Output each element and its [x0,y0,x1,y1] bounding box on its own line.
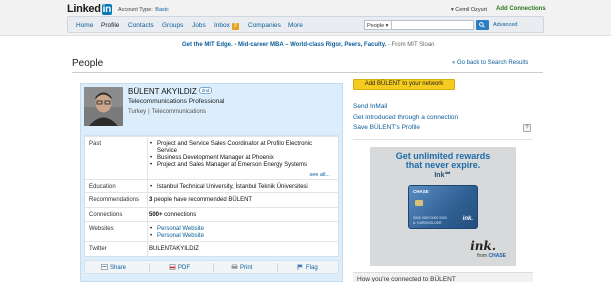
education-label: Education [89,184,116,190]
profile-name: BÜLENT AKYILDIZ 2nd [128,87,213,96]
education-item: Istanbul Technical University, İstanbul … [149,184,308,191]
flag-icon [297,264,303,270]
websites-list: Personal Website Personal Website [149,226,204,240]
ad-headline: that never expire. [405,160,481,170]
how-connected-header: How you're connected to BÜLENT [353,272,533,282]
avatar[interactable] [84,87,123,126]
divider [213,263,214,272]
twitter-label: Twitter [89,246,107,252]
nav-companies[interactable]: Companies [248,22,281,29]
pdf-icon [169,264,176,270]
recommendations-label: Recommendations [89,197,140,203]
account-type: Account Type: Basic [118,7,169,13]
inbox-count-badge: 3 [231,23,239,30]
profile-headline: Telecommunications Professional [128,98,225,105]
ad-sponsor: from CHASE [477,253,506,259]
get-introduced-link[interactable]: Get introduced through a connection [353,114,458,121]
past-item: Business Development Manager at Phoenix [149,155,329,162]
send-inmail-link[interactable]: Send InMail [353,103,387,110]
profile-details: Past Project and Service Sales Coordinat… [84,135,339,257]
recommendations-value: 3 people have recommended BÜLENT [149,197,253,203]
nav-contacts[interactable]: Contacts [128,22,154,29]
sponsored-ad-line[interactable]: Get the MIT Edge. - Mid-career MBA – Wor… [182,42,435,48]
profile-location: Turkey | Telecommunications [128,109,207,115]
help-icon[interactable]: ? [523,124,531,132]
credit-card-image: CHASE 0000 0000 0000 0000 A. KARDHOLDER … [408,185,478,229]
past-item: Project and Sales Manager at Emerson Ene… [149,162,329,169]
search-button[interactable] [476,20,489,30]
education-list: Istanbul Technical University, İstanbul … [149,184,308,191]
connections-label: Connections [89,212,123,218]
chase-ink-ad[interactable]: Get unlimited rewards that never expire.… [370,147,516,266]
websites-row: Websites Personal Website Personal Websi… [85,221,338,241]
websites-label: Websites [89,226,114,232]
see-all-link[interactable]: see all... [310,172,330,178]
divider [277,263,278,272]
divider [149,263,150,272]
print-icon [231,264,238,269]
nav-groups[interactable]: Groups [162,22,183,29]
add-connections-link[interactable]: Add Connections [496,6,546,12]
search-input[interactable] [392,20,474,30]
share-button[interactable]: Share [101,264,126,271]
education-row: Education Istanbul Technical University,… [85,179,338,192]
nav-home[interactable]: Home [76,22,93,29]
title-divider [72,72,543,73]
nav-more[interactable]: More [288,22,303,29]
twitter-row: Twitter BULENTAKYILDIZ [85,241,338,258]
connections-value: 500+ connections [149,212,197,218]
profile-actions: Share PDF Print Flag [84,260,339,274]
ad-logo: ink. [470,239,496,253]
recommendations-row: Recommendations 3 people have recommende… [85,192,338,207]
connections-row: Connections 500+ connections [85,207,338,221]
card-chip [415,200,423,206]
twitter-link[interactable]: BULENTAKYILDIZ [149,246,199,252]
save-profile-link[interactable]: Save BÜLENT's Profile [353,124,420,131]
advanced-search-link[interactable]: Advanced [493,22,517,28]
share-icon [101,264,108,270]
nav-inbox[interactable]: Inbox 3 [214,22,239,30]
ad-brand: Ink℠ [434,172,452,179]
user-menu[interactable]: ▾ Cemil Ozyurt [451,7,487,13]
nav-profile[interactable]: Profile [101,22,119,29]
account-type-link[interactable]: Basic [155,7,168,13]
past-item: Project and Service Sales Coordinator at… [149,141,329,155]
back-to-search-link[interactable]: « Go back to Search Results [452,60,528,66]
search-icon [479,22,485,28]
connection-degree-badge: 2nd [198,87,213,94]
profile-card: BÜLENT AKYILDIZ 2nd Telecommunications Pr… [80,83,343,282]
nav-jobs[interactable]: Jobs [192,22,206,29]
page-title: People [72,58,104,69]
flag-button[interactable]: Flag [297,264,318,271]
sidebar-divider [353,139,533,140]
main-nav: Home Profile Contacts Groups Jobs Inbox 3… [67,16,544,33]
past-list: Project and Service Sales Coordinator at… [149,141,329,169]
website-link[interactable]: Personal Website [157,233,204,239]
add-to-network-button[interactable]: Add BÜLENT to your network [353,79,455,90]
search-scope-select[interactable]: People ▾ [364,20,392,30]
website-link[interactable]: Personal Website [157,226,204,232]
linkedin-logo[interactable]: Linked in [67,3,112,15]
past-row: Past Project and Service Sales Coordinat… [85,136,338,179]
top-bar: Linked in Account Type: Basic ▾ Cemil Ozy… [0,0,611,36]
past-label: Past [89,141,102,147]
pdf-button[interactable]: PDF [169,264,190,271]
print-button[interactable]: Print [231,264,252,271]
